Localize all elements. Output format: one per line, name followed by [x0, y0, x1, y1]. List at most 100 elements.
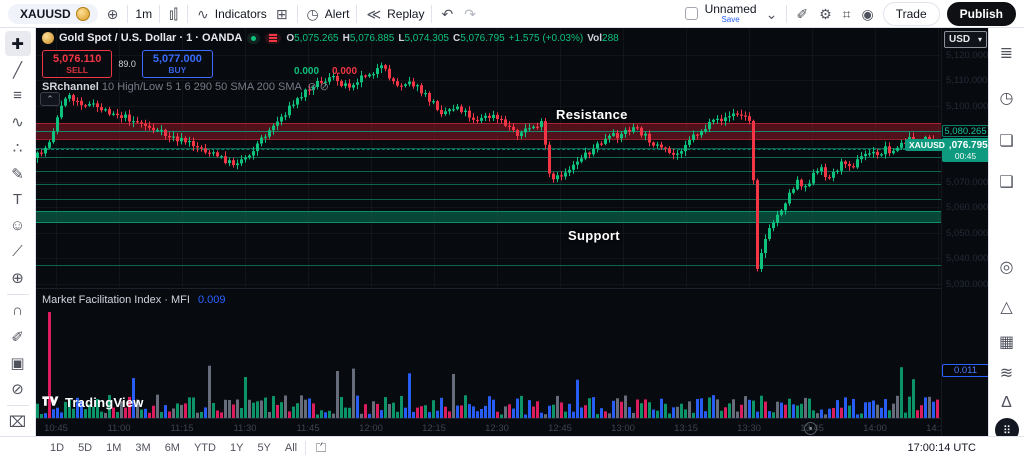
- price-tick-label: 5,060.000: [946, 202, 988, 214]
- layout-name-button[interactable]: Unnamed Save: [705, 3, 757, 24]
- chart-legend[interactable]: Gold Spot / U.S. Dollar · 1 · OANDA O5,0…: [42, 32, 619, 44]
- compare-add-icon[interactable]: ⊕: [105, 5, 121, 23]
- divider: [305, 441, 307, 455]
- timezone-clock[interactable]: 17:00:14 UTC: [908, 442, 976, 454]
- tradingview-watermark[interactable]: TradingView: [41, 393, 144, 412]
- symbol-title: Gold Spot / U.S. Dollar · 1 · OANDA: [59, 32, 243, 44]
- price-tick-label: 5,100.000: [946, 100, 988, 112]
- symbol-price-tag: XAUUSD: [905, 139, 949, 151]
- divider: [127, 4, 129, 23]
- resistance-price-marker: 5,080.265: [942, 125, 988, 137]
- xabcd-pattern-icon[interactable]: ∿: [5, 109, 31, 134]
- visibility-toggle-icon[interactable]: [247, 32, 261, 44]
- brush-icon[interactable]: ✎: [5, 161, 31, 186]
- price-tick-label: 5,110.000: [946, 75, 988, 87]
- sell-button[interactable]: 5,076.110 SELL: [42, 50, 113, 79]
- chat-icon[interactable]: ❑: [994, 169, 1020, 195]
- interval-button[interactable]: 1m: [135, 7, 152, 21]
- alert-clock-icon: ◷: [306, 5, 319, 22]
- fullscreen-icon[interactable]: ⌗: [841, 5, 853, 23]
- ruler-icon[interactable]: ⟋: [5, 239, 31, 264]
- object-tree-icon[interactable]: ❏: [994, 128, 1020, 154]
- redo-icon[interactable]: ↷: [462, 5, 478, 23]
- lock-all-icon[interactable]: ▣: [5, 350, 31, 375]
- publish-button[interactable]: Publish: [946, 1, 1016, 26]
- change-value: +1.575 (+0.03%): [508, 32, 584, 44]
- trend-line-icon[interactable]: ╱: [5, 57, 31, 82]
- hotlists-icon[interactable]: ◎: [994, 254, 1020, 280]
- range-button-6m[interactable]: 6M: [159, 440, 186, 456]
- toolbar-separator: [6, 405, 29, 406]
- layout-checkbox[interactable]: [684, 7, 698, 20]
- candle-style-icon[interactable]: ⫾⫿: [167, 5, 180, 23]
- divider: [356, 4, 358, 23]
- price-tick-label: 5,050.000: [946, 227, 988, 239]
- trade-button[interactable]: Trade: [882, 1, 940, 26]
- snapshot-camera-icon[interactable]: ◉: [860, 5, 876, 23]
- time-label: 13:15: [674, 423, 698, 434]
- collapse-legend-button[interactable]: ⌃: [40, 92, 60, 106]
- remove-all-icon[interactable]: ⌧: [5, 409, 31, 434]
- hide-all-icon[interactable]: ⊘: [5, 376, 31, 401]
- calendar-icon[interactable]: ▦: [994, 329, 1020, 355]
- crosshair-icon[interactable]: ✚: [4, 31, 31, 56]
- alerts-icon[interactable]: ◷: [994, 85, 1020, 111]
- range-button-1d[interactable]: 1D: [44, 440, 70, 456]
- save-link: Save: [721, 15, 740, 24]
- time-label: 11:30: [233, 423, 257, 434]
- source-toggle-icon[interactable]: [265, 32, 282, 44]
- quick-search-icon[interactable]: ✐: [794, 5, 810, 23]
- price-scale[interactable]: USD ▾ 5,080.265 5,076.795 00:45 0.011 5,…: [941, 28, 988, 436]
- ideas-icon[interactable]: △: [994, 294, 1020, 320]
- time-axis[interactable]: 10:45 11:00 11:15 11:30 11:45 12:00 12:15 12:30…: [36, 418, 941, 436]
- replay-icon: ≪: [366, 5, 382, 22]
- mfi-legend[interactable]: Market Facilitation Index · MFI 0.009: [42, 294, 226, 306]
- replay-button[interactable]: ≪ Replay: [364, 5, 424, 23]
- horizontal-lines-icon[interactable]: ≡: [5, 83, 31, 108]
- layout-grid-icon[interactable]: ⊞: [274, 5, 290, 23]
- range-button-5y[interactable]: 5Y: [251, 440, 276, 456]
- notifications-bell-icon[interactable]: Δ: [994, 390, 1020, 416]
- undo-icon[interactable]: ↶: [439, 5, 455, 23]
- buy-button[interactable]: 5,077.000 BUY: [141, 50, 213, 79]
- time-label: 13:45: [800, 423, 824, 434]
- srchannel-value-down: 0.000: [332, 66, 358, 77]
- range-button-1m[interactable]: 1M: [100, 440, 127, 456]
- time-label: 10:45: [44, 423, 68, 434]
- order-panel: 5,076.110 SELL 89.0 5,077.000 BUY: [42, 50, 213, 79]
- mfi-histogram: [36, 312, 939, 418]
- time-label: 12:30: [485, 423, 509, 434]
- time-label: 14:15: [926, 423, 941, 434]
- range-button-all[interactable]: All: [279, 440, 303, 456]
- range-button-1y[interactable]: 1Y: [224, 440, 249, 456]
- srchannel-legend[interactable]: SRchannel 10 High/Low 5 1 6 290 50 SMA 2…: [42, 80, 329, 93]
- currency-selector[interactable]: USD ▾: [944, 31, 987, 48]
- drawing-lock-icon[interactable]: ✐: [5, 324, 31, 349]
- mfi-value: 0.009: [198, 294, 226, 306]
- goto-date-icon[interactable]: ⏍: [316, 440, 326, 456]
- zoom-in-icon[interactable]: ⊕: [5, 265, 31, 290]
- indicators-button[interactable]: ∿ Indicators: [195, 5, 267, 23]
- top-toolbar: XAUUSD ⊕ 1m ⫾⫿ ∿ Indicators ⊞ ◷ Alert ≪ …: [0, 0, 1024, 28]
- symbol-search-button[interactable]: XAUUSD: [8, 3, 98, 24]
- spread-value: 89.0: [118, 59, 136, 70]
- range-button-3m[interactable]: 3M: [129, 440, 156, 456]
- news-icon[interactable]: ≋: [994, 360, 1020, 386]
- projection-icon[interactable]: ∴: [5, 135, 31, 160]
- divider: [431, 4, 433, 23]
- support-label: Support: [568, 228, 620, 243]
- time-label: 11:15: [170, 423, 194, 434]
- divider: [786, 4, 788, 23]
- pane-separator[interactable]: [36, 288, 941, 289]
- emoji-icon[interactable]: ☺: [5, 213, 31, 238]
- chart-area[interactable]: Resistance Support Gold Spot / U.S. Doll…: [36, 28, 941, 436]
- text-tool-icon[interactable]: T: [5, 187, 31, 212]
- toolbar-separator: [6, 294, 29, 295]
- chevron-down-icon[interactable]: ⌄: [764, 5, 780, 23]
- range-button-5d[interactable]: 5D: [72, 440, 98, 456]
- range-button-ytd[interactable]: YTD: [188, 440, 222, 456]
- magnet-icon[interactable]: ∩: [5, 298, 31, 323]
- settings-gear-icon[interactable]: ⚙: [817, 5, 834, 23]
- watchlist-icon[interactable]: ≣: [994, 40, 1020, 66]
- alert-button[interactable]: ◷ Alert: [305, 5, 350, 23]
